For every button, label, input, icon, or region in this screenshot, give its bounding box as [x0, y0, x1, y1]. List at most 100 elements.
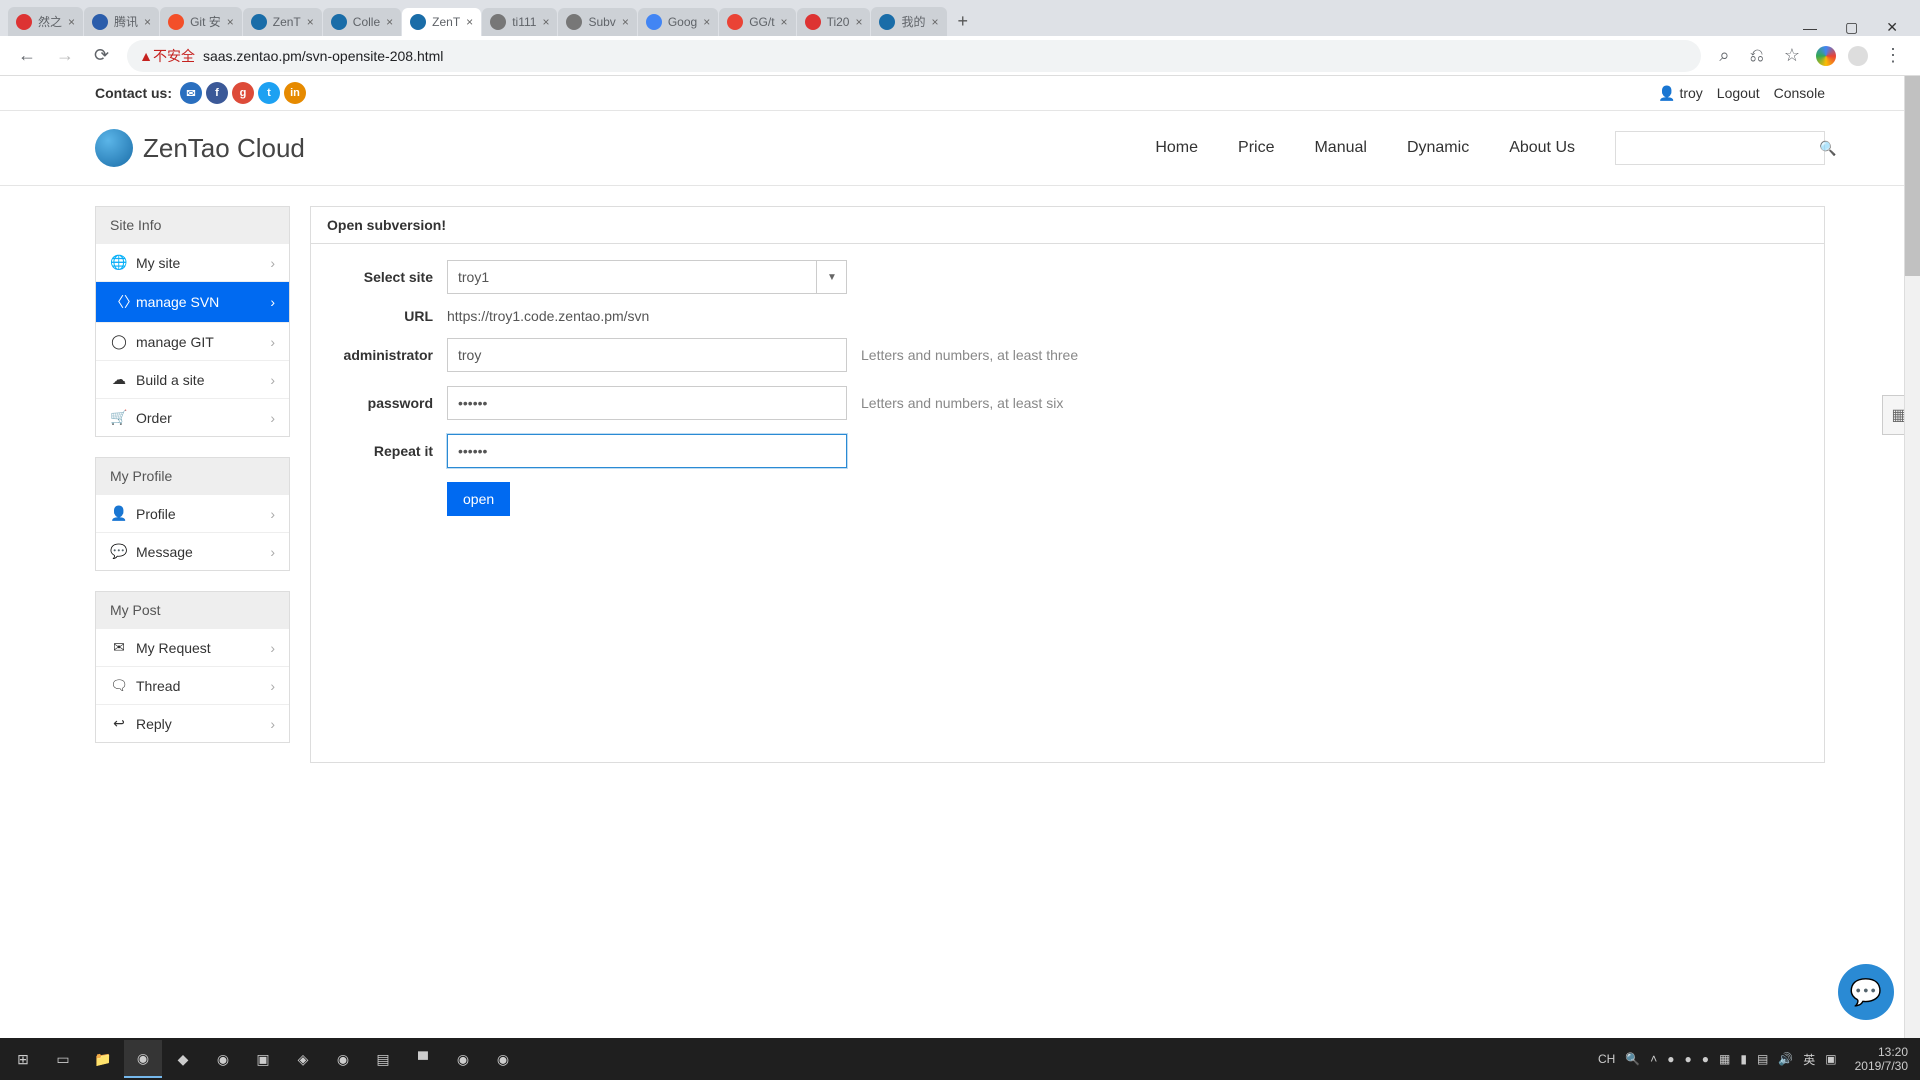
sidebar-item-manage-git[interactable]: ◯manage GIT›: [96, 322, 289, 360]
google-plus-icon[interactable]: g: [232, 82, 254, 104]
browser-tab[interactable]: Ti20×: [797, 8, 871, 36]
sidebar-item-message[interactable]: 💬Message›: [96, 532, 289, 570]
chat-widget-button[interactable]: 💬: [1838, 964, 1894, 1020]
sidebar-item-my-site[interactable]: 🌐My site›: [96, 243, 289, 281]
volume-icon[interactable]: 🔊: [1778, 1052, 1793, 1066]
battery-icon[interactable]: ▮: [1740, 1052, 1747, 1066]
facebook-icon[interactable]: f: [206, 82, 228, 104]
repeat-password-input[interactable]: [447, 434, 847, 468]
close-icon[interactable]: ×: [855, 15, 862, 29]
new-tab-button[interactable]: +: [948, 7, 979, 36]
linkedin-icon[interactable]: in: [284, 82, 306, 104]
minimize-icon[interactable]: —: [1789, 20, 1831, 36]
nav-manual[interactable]: Manual: [1314, 139, 1366, 157]
sidebar-item-thread[interactable]: 🗨Thread›: [96, 666, 289, 704]
nav-home[interactable]: Home: [1155, 139, 1198, 157]
tray-icon[interactable]: ●: [1685, 1052, 1692, 1066]
translate-icon[interactable]: ⎌: [1739, 39, 1773, 72]
scrollbar-thumb[interactable]: [1905, 76, 1920, 276]
close-icon[interactable]: ×: [307, 15, 314, 29]
sidebar-item-reply[interactable]: ↩Reply›: [96, 704, 289, 742]
key-icon[interactable]: ⌕: [1709, 39, 1739, 72]
url-field[interactable]: ▲ 不安全 saas.zentao.pm/svn-opensite-208.ht…: [127, 40, 1701, 72]
close-icon[interactable]: ×: [542, 15, 549, 29]
logout-link[interactable]: Logout: [1717, 85, 1760, 101]
browser-tab[interactable]: ZenT×: [243, 8, 322, 36]
close-icon[interactable]: ×: [227, 15, 234, 29]
file-explorer-icon[interactable]: 📁: [84, 1040, 122, 1078]
window-close-icon[interactable]: ✕: [1872, 19, 1912, 36]
tray-icon[interactable]: ▣: [1825, 1052, 1836, 1066]
favicon-icon: [410, 14, 426, 30]
extension-icon[interactable]: [1816, 46, 1836, 66]
close-icon[interactable]: ×: [466, 15, 473, 29]
back-button[interactable]: ←: [8, 39, 46, 72]
app-icon[interactable]: ◉: [324, 1040, 362, 1078]
sidebar-item-manage-svn[interactable]: 〈〉manage SVN›: [96, 281, 289, 322]
tray-icon[interactable]: ●: [1702, 1052, 1709, 1066]
lang-indicator[interactable]: 英: [1803, 1051, 1815, 1068]
browser-tab[interactable]: 然之×: [8, 7, 83, 36]
password-input[interactable]: [447, 386, 847, 420]
tray-icon[interactable]: ●: [1667, 1052, 1674, 1066]
reload-button[interactable]: ⟳: [84, 39, 119, 72]
sidebar-item-my-request[interactable]: ✉My Request›: [96, 628, 289, 666]
close-icon[interactable]: ×: [932, 15, 939, 29]
network-icon[interactable]: ▤: [1757, 1052, 1768, 1066]
sidebar-item-profile[interactable]: 👤Profile›: [96, 494, 289, 532]
browser-tab[interactable]: Subv×: [558, 8, 636, 36]
sidebar-item-order[interactable]: 🛒Order›: [96, 398, 289, 436]
app-icon[interactable]: ◉: [484, 1040, 522, 1078]
browser-tab[interactable]: Git 安×: [160, 7, 242, 36]
app-icon[interactable]: ▣: [244, 1040, 282, 1078]
console-link[interactable]: Console: [1774, 85, 1825, 101]
browser-tab[interactable]: 腾讯×: [84, 7, 159, 36]
task-view-icon[interactable]: ▭: [44, 1040, 82, 1078]
scrollbar[interactable]: [1904, 76, 1920, 1038]
open-button[interactable]: open: [447, 482, 510, 516]
bookmark-icon[interactable]: ☆: [1774, 39, 1810, 72]
tray-icon[interactable]: 🔍: [1625, 1052, 1640, 1066]
tray-icon[interactable]: ▦: [1719, 1052, 1730, 1066]
tray-chevron-icon[interactable]: ˄: [1650, 1052, 1657, 1066]
twitter-icon[interactable]: t: [258, 82, 280, 104]
user-link[interactable]: 👤 troy: [1658, 85, 1703, 102]
close-icon[interactable]: ×: [703, 15, 710, 29]
clock[interactable]: 13:20 2019/7/30: [1847, 1045, 1916, 1074]
select-site-dropdown[interactable]: troy1: [447, 260, 847, 294]
nav-about[interactable]: About Us: [1509, 139, 1575, 157]
app-icon[interactable]: ◈: [284, 1040, 322, 1078]
close-icon[interactable]: ×: [386, 15, 393, 29]
browser-tab[interactable]: ti111×: [482, 8, 557, 36]
app-icon[interactable]: ▤: [364, 1040, 402, 1078]
browser-tab[interactable]: GG/t×: [719, 8, 795, 36]
nav-price[interactable]: Price: [1238, 139, 1274, 157]
browser-tab[interactable]: 我的×: [871, 7, 946, 36]
close-icon[interactable]: ×: [144, 15, 151, 29]
close-icon[interactable]: ×: [68, 15, 75, 29]
close-icon[interactable]: ×: [781, 15, 788, 29]
browser-tab[interactable]: Colle×: [323, 8, 401, 36]
app-icon[interactable]: ◉: [204, 1040, 242, 1078]
close-icon[interactable]: ×: [622, 15, 629, 29]
mail-icon[interactable]: ✉: [180, 82, 202, 104]
app-icon[interactable]: ◆: [164, 1040, 202, 1078]
chevron-right-icon: ›: [270, 294, 275, 310]
maximize-icon[interactable]: ▢: [1831, 19, 1872, 36]
menu-icon[interactable]: ⋮: [1874, 39, 1912, 72]
start-button[interactable]: ⊞: [4, 1040, 42, 1078]
app-icon[interactable]: ◉: [444, 1040, 482, 1078]
ime-indicator[interactable]: CH: [1598, 1052, 1615, 1066]
forward-button[interactable]: →: [46, 39, 84, 72]
logo[interactable]: ZenTao Cloud: [95, 129, 305, 167]
profile-avatar-icon[interactable]: [1848, 46, 1868, 66]
terminal-icon[interactable]: ▀: [404, 1040, 442, 1078]
browser-tab[interactable]: Goog×: [638, 8, 718, 36]
nav-dynamic[interactable]: Dynamic: [1407, 139, 1469, 157]
chrome-icon[interactable]: ◉: [124, 1040, 162, 1078]
browser-tab-active[interactable]: ZenT×: [402, 8, 481, 36]
search-input[interactable]: [1616, 141, 1809, 156]
sidebar-item-build-site[interactable]: ☁Build a site›: [96, 360, 289, 398]
administrator-input[interactable]: [447, 338, 847, 372]
search-icon[interactable]: 🔍: [1809, 140, 1846, 157]
